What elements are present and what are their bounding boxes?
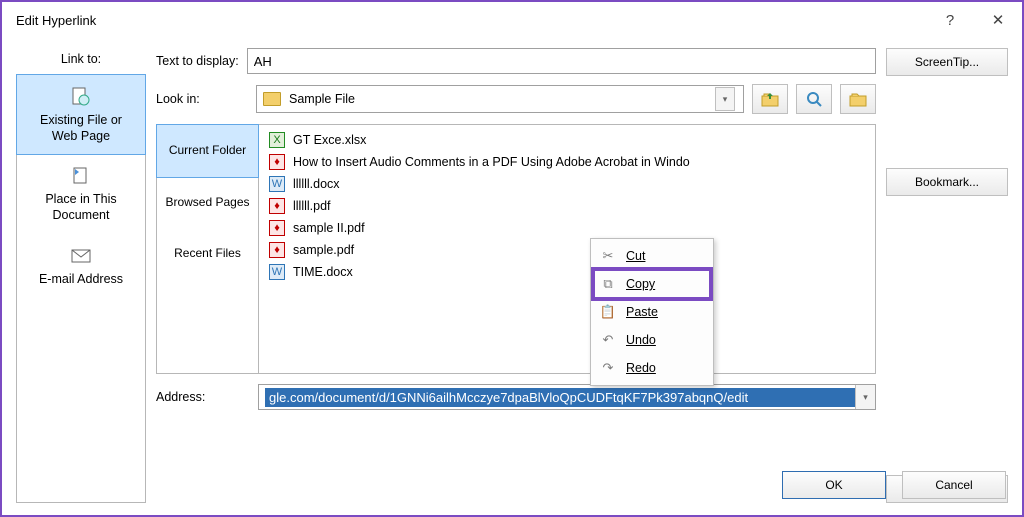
look-in-label: Look in: bbox=[156, 92, 248, 106]
link-to-email[interactable]: E-mail Address bbox=[17, 234, 145, 298]
pdf-icon: ♦ bbox=[269, 154, 285, 170]
address-combobox[interactable]: gle.com/document/d/1GNNi6ailhMcczye7dpaB… bbox=[258, 384, 876, 410]
text-to-display-label: Text to display: bbox=[156, 54, 239, 68]
text-to-display-row: Text to display: bbox=[156, 48, 876, 74]
text-to-display-input[interactable] bbox=[247, 48, 876, 74]
tab-current-folder[interactable]: Current Folder bbox=[156, 124, 259, 178]
ctx-cut[interactable]: ✂ Cut bbox=[594, 242, 710, 270]
pdf-icon: ♦ bbox=[269, 198, 285, 214]
link-to-tiles: Existing File or Web Page Place in This … bbox=[16, 74, 146, 503]
word-icon: W bbox=[269, 264, 285, 280]
excel-icon: X bbox=[269, 132, 285, 148]
dialog-body: Link to: Existing File or Web Page bbox=[2, 38, 1022, 515]
clipboard-icon: 📋 bbox=[600, 304, 616, 320]
titlebar: Edit Hyperlink ? ✕ bbox=[2, 2, 1022, 38]
look-in-dropdown[interactable]: Sample File ▾ bbox=[256, 85, 744, 113]
list-item[interactable]: Wllllll.docx bbox=[261, 173, 873, 195]
address-label: Address: bbox=[156, 390, 248, 404]
word-icon: W bbox=[269, 176, 285, 192]
tab-browsed-pages[interactable]: Browsed Pages bbox=[157, 177, 258, 229]
link-to-existing-file[interactable]: Existing File or Web Page bbox=[16, 74, 146, 155]
list-item[interactable]: XGT Exce.xlsx bbox=[261, 129, 873, 151]
folder-icon bbox=[263, 92, 281, 106]
look-in-row: Look in: Sample File ▾ bbox=[156, 84, 876, 114]
ctx-undo: ↶ Undo bbox=[594, 326, 710, 354]
globe-page-icon bbox=[69, 85, 93, 109]
link-to-label: Link to: bbox=[16, 48, 146, 74]
ctx-redo: ↷ Redo bbox=[594, 354, 710, 382]
screentip-button[interactable]: ScreenTip... bbox=[886, 48, 1008, 76]
ctx-copy[interactable]: ⧉ Copy bbox=[594, 270, 710, 298]
look-in-value: Sample File bbox=[289, 92, 355, 106]
copy-icon: ⧉ bbox=[600, 276, 616, 292]
ok-button[interactable]: OK bbox=[782, 471, 886, 499]
browse-web-button[interactable] bbox=[796, 84, 832, 114]
address-row: Address: gle.com/document/d/1GNNi6ailhMc… bbox=[156, 384, 876, 410]
edit-hyperlink-dialog: Edit Hyperlink ? ✕ Link to: Existing Fil… bbox=[0, 0, 1024, 517]
chevron-down-icon[interactable]: ▾ bbox=[715, 87, 735, 111]
list-item[interactable]: ♦How to Insert Audio Comments in a PDF U… bbox=[261, 151, 873, 173]
list-item[interactable]: ♦sample.pdf bbox=[261, 239, 873, 261]
browse-file-button[interactable] bbox=[840, 84, 876, 114]
cancel-button[interactable]: Cancel bbox=[902, 471, 1006, 499]
scissors-icon: ✂ bbox=[600, 248, 616, 264]
list-item[interactable]: ♦sample II.pdf bbox=[261, 217, 873, 239]
dialog-footer-buttons: OK Cancel bbox=[782, 471, 1006, 499]
file-browser: Current Folder Browsed Pages Recent File… bbox=[156, 124, 876, 374]
right-button-column: ScreenTip... Bookmark... Remove Link bbox=[886, 48, 1008, 503]
context-menu: ✂ Cut ⧉ Copy 📋 Paste ↶ Undo ↷ Redo bbox=[590, 238, 714, 386]
chevron-down-icon[interactable]: ▾ bbox=[855, 385, 875, 409]
list-item[interactable]: ♦llllll.pdf bbox=[261, 195, 873, 217]
link-to-place-in-doc[interactable]: Place in This Document bbox=[17, 154, 145, 233]
document-target-icon bbox=[69, 164, 93, 188]
link-to-panel: Link to: Existing File or Web Page bbox=[16, 48, 146, 503]
undo-icon: ↶ bbox=[600, 332, 616, 348]
close-button[interactable]: ✕ bbox=[974, 2, 1022, 38]
up-one-level-button[interactable] bbox=[752, 84, 788, 114]
tab-recent-files[interactable]: Recent Files bbox=[157, 228, 258, 280]
envelope-icon bbox=[69, 244, 93, 268]
pdf-icon: ♦ bbox=[269, 220, 285, 236]
dialog-title: Edit Hyperlink bbox=[16, 13, 96, 28]
file-list[interactable]: XGT Exce.xlsx ♦How to Insert Audio Comme… bbox=[259, 125, 875, 373]
pdf-icon: ♦ bbox=[269, 242, 285, 258]
bookmark-button[interactable]: Bookmark... bbox=[886, 168, 1008, 196]
address-input[interactable]: gle.com/document/d/1GNNi6ailhMcczye7dpaB… bbox=[265, 388, 855, 407]
list-item[interactable]: WTIME.docx bbox=[261, 261, 873, 283]
help-button[interactable]: ? bbox=[926, 2, 974, 38]
ctx-paste: 📋 Paste bbox=[594, 298, 710, 326]
main-panel: Text to display: Look in: Sample File ▾ bbox=[156, 48, 876, 503]
redo-icon: ↷ bbox=[600, 360, 616, 376]
browser-tabs: Current Folder Browsed Pages Recent File… bbox=[157, 125, 259, 373]
